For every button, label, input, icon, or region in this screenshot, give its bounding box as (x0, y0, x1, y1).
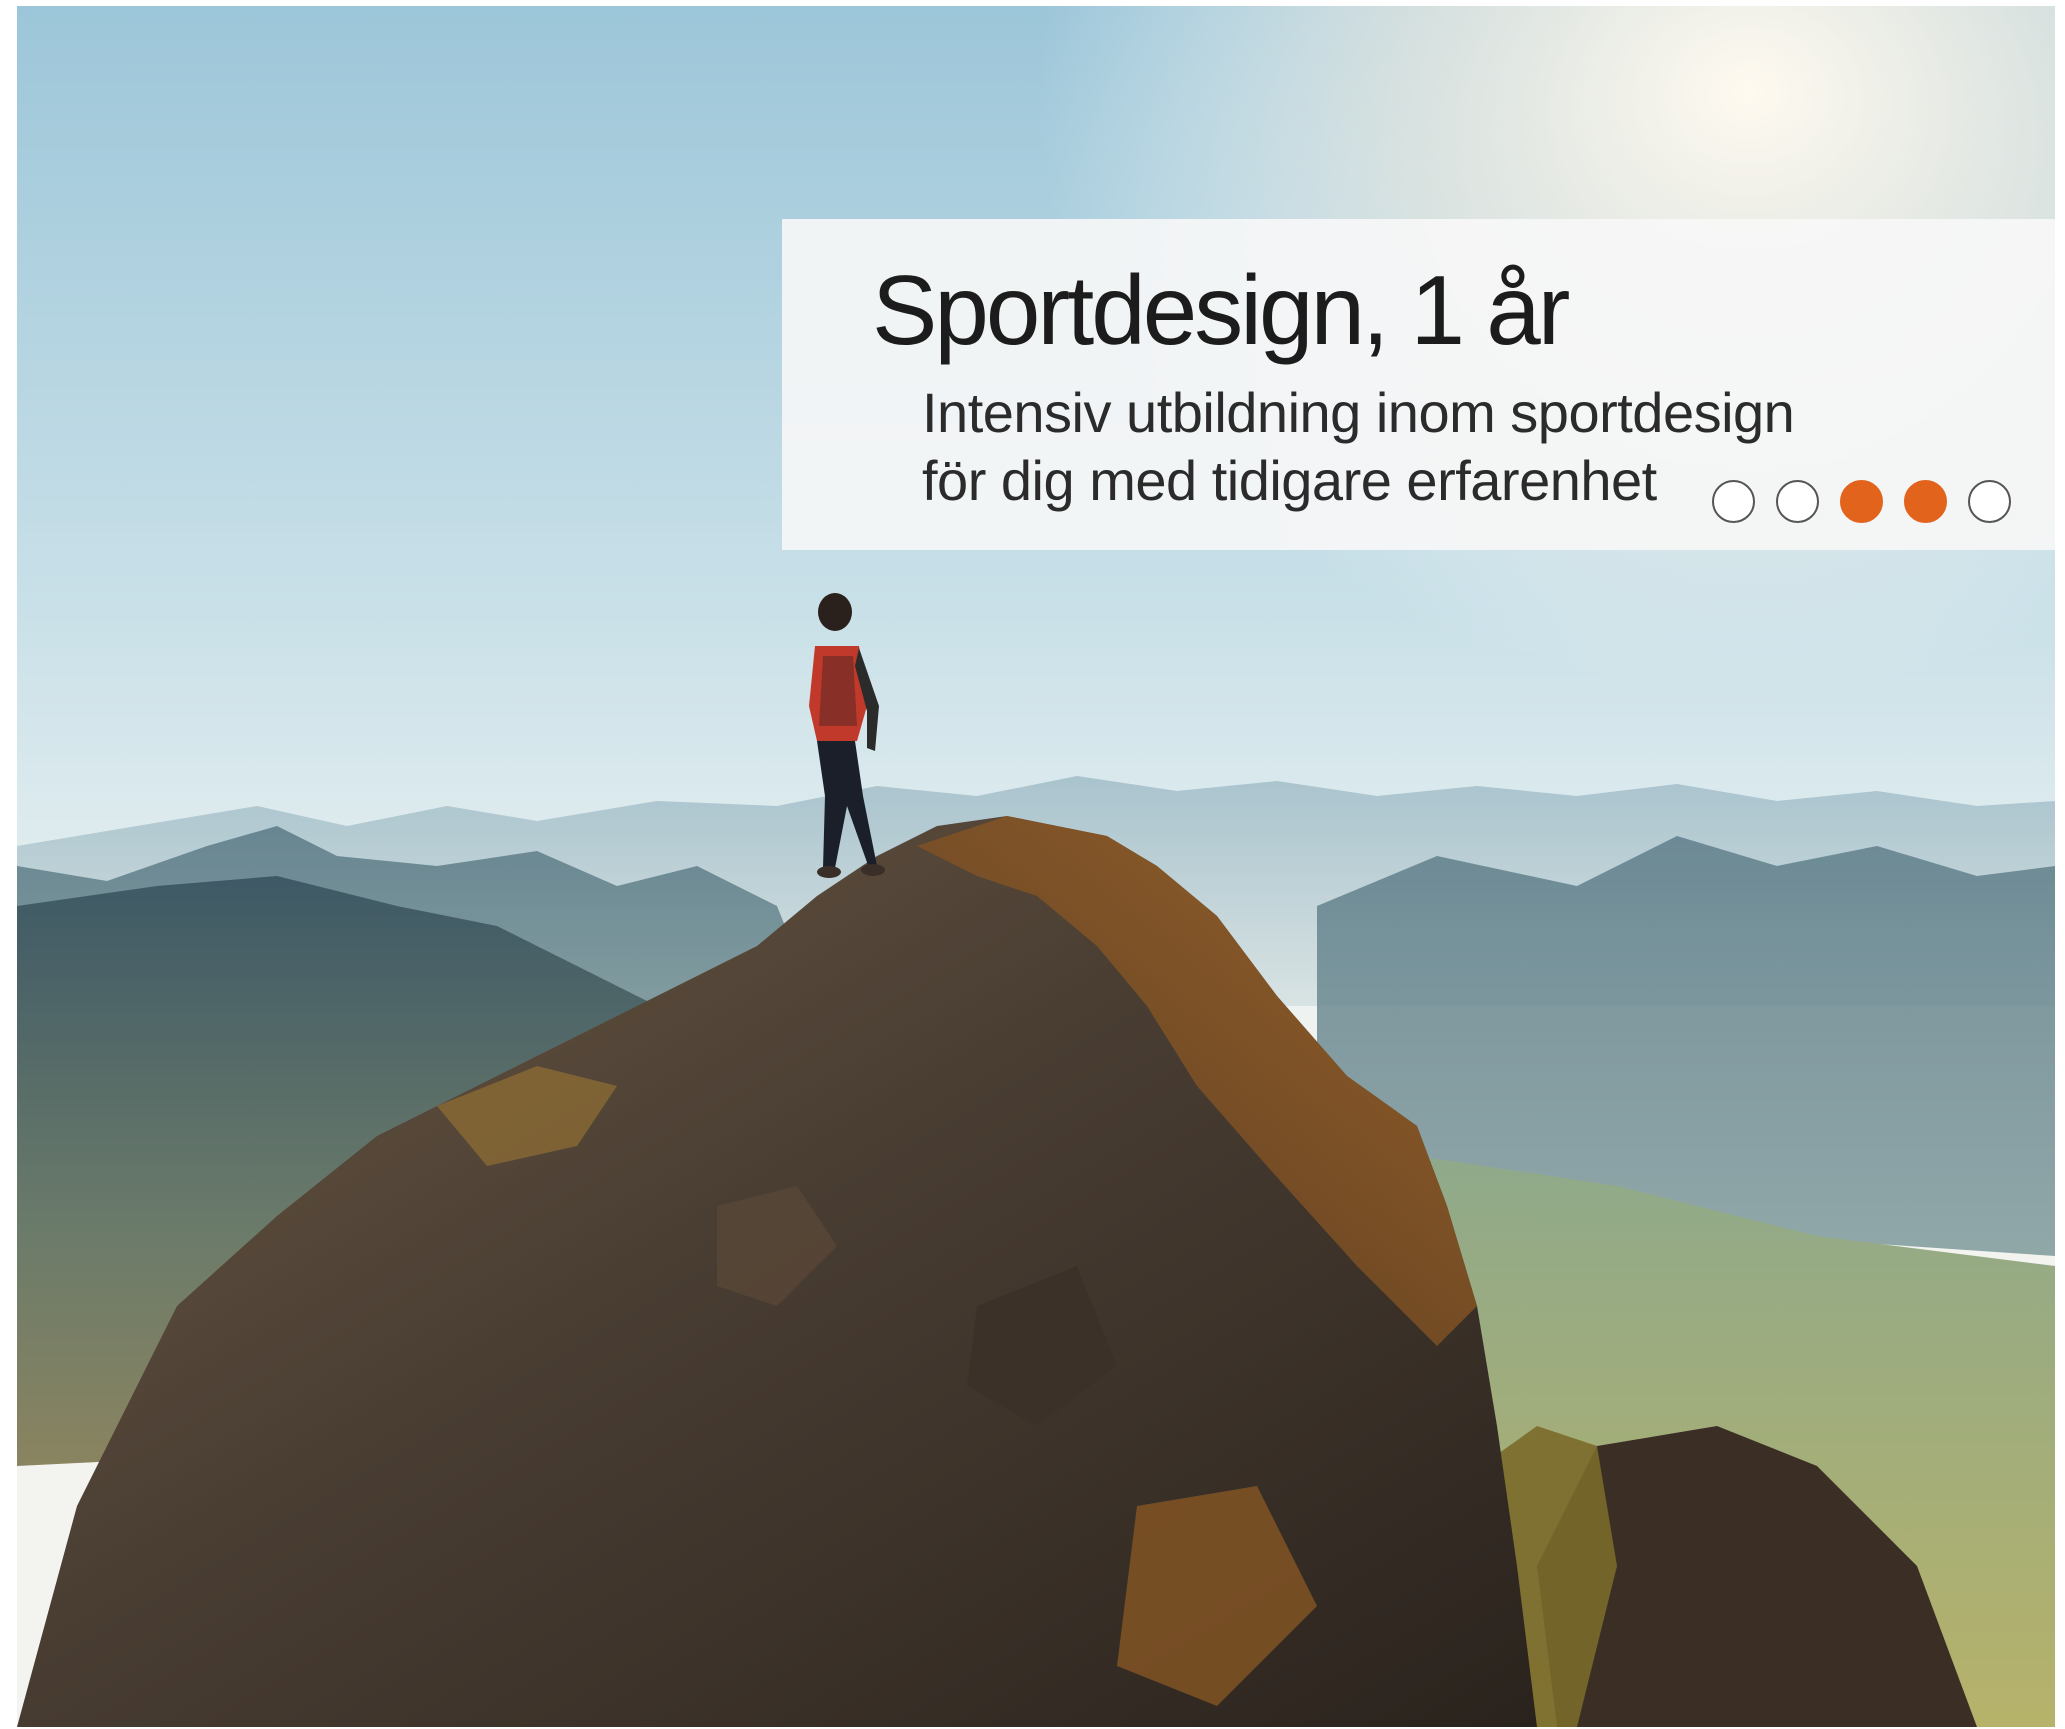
page: Sportdesign, 1 år Intensiv utbildning in… (0, 0, 2065, 1729)
level-rating (1712, 480, 2011, 526)
title-panel: Sportdesign, 1 år Intensiv utbildning in… (782, 219, 2055, 550)
rating-dot-1 (1712, 480, 1755, 523)
rating-dot-3 (1840, 480, 1883, 523)
page-title: Sportdesign, 1 år (872, 255, 1570, 365)
rating-dot-5 (1968, 480, 2011, 523)
subtitle-line-1: Intensiv utbildning inom sportdesign (922, 381, 1795, 444)
subtitle-line-2: för dig med tidigare erfarenhet (922, 449, 1657, 512)
rating-dot-4 (1904, 480, 1947, 523)
rating-dot-2 (1776, 480, 1819, 523)
